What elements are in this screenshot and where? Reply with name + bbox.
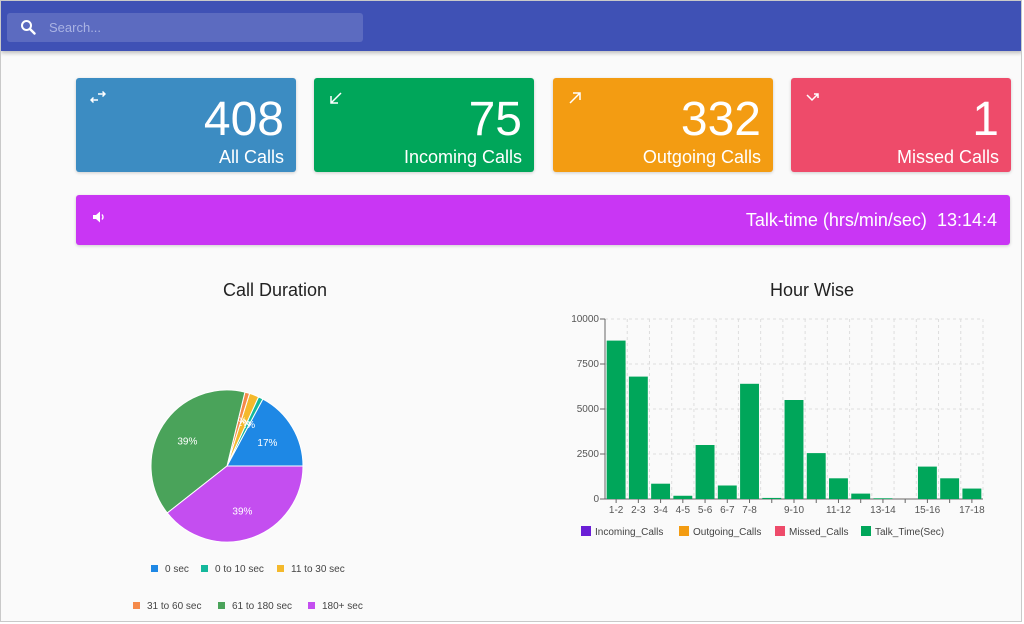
bar-talk-time-sec	[695, 445, 715, 499]
x-tick-label: 1-2	[609, 505, 624, 516]
all-calls-count: 408	[203, 93, 284, 146]
legend-label: 11 to 30 sec	[291, 564, 345, 575]
bar-talk-time-sec	[851, 493, 871, 499]
swap-arrows-icon	[90, 90, 106, 104]
bar-talk-time-sec	[962, 488, 982, 499]
bar-talk-time-sec	[717, 485, 737, 499]
legend-label: Outgoing_Calls	[693, 527, 761, 538]
bar-talk-time-sec	[606, 340, 626, 499]
bar-talk-time-sec	[673, 495, 693, 499]
x-tick-label: 9-10	[784, 505, 804, 516]
outgoing-calls-label: Outgoing Calls	[642, 147, 761, 167]
missed-calls-count: 1	[972, 93, 999, 146]
legend-swatch	[151, 565, 158, 572]
outgoing-calls-card[interactable]: 332 Outgoing Calls	[553, 78, 773, 172]
hour-wise-title: Hour Wise	[769, 280, 854, 300]
x-tick-label: 15-16	[915, 505, 941, 516]
missed-calls-label: Missed Calls	[896, 147, 999, 167]
x-tick-label: 11-12	[826, 505, 851, 516]
missed-calls-card[interactable]: 1 Missed Calls	[791, 78, 1011, 172]
bar-talk-time-sec	[651, 483, 671, 499]
talk-time-banner[interactable]: Talk-time (hrs/min/sec) 13:14:4	[76, 195, 1010, 245]
incoming-calls-count: 75	[468, 93, 522, 146]
y-tick-label: 0	[593, 494, 599, 505]
legend-swatch	[581, 526, 591, 536]
legend-swatch	[201, 565, 208, 572]
bar-talk-time-sec	[806, 453, 826, 499]
legend-label: 0 sec	[165, 564, 189, 575]
search-input[interactable]	[49, 13, 349, 42]
y-tick-label: 2500	[577, 449, 600, 460]
bar-talk-time-sec	[740, 383, 759, 499]
legend-swatch	[861, 526, 871, 536]
bar-talk-time-sec	[628, 376, 648, 499]
bar-talk-time-sec	[917, 466, 937, 499]
legend-label: Talk_Time(Sec)	[875, 527, 944, 538]
legend-label: 61 to 180 sec	[232, 601, 292, 612]
talk-time-text: Talk-time (hrs/min/sec) 13:14:4	[746, 209, 997, 231]
bar-talk-time-sec	[829, 478, 848, 499]
y-tick-label: 5000	[577, 404, 600, 415]
legend-label: Incoming_Calls	[595, 527, 663, 538]
pie-data-label: 39%	[177, 437, 197, 448]
legend-swatch	[277, 565, 284, 572]
bar-talk-time-sec	[940, 478, 960, 499]
volume-icon	[93, 211, 104, 223]
outgoing-calls-count: 332	[680, 93, 761, 146]
legend-swatch	[679, 526, 689, 536]
legend-label: 0 to 10 sec	[215, 564, 264, 575]
x-tick-label: 17-18	[959, 505, 985, 516]
x-tick-label: 13-14	[870, 505, 896, 516]
incoming-calls-label: Incoming Calls	[403, 147, 522, 167]
x-tick-label: 6-7	[720, 505, 735, 516]
dashboard-frame: 408 All Calls 75 Incoming Calls 332 Outg…	[0, 0, 1022, 622]
y-tick-label: 10000	[571, 314, 599, 325]
call-duration-pie-chart: 17%1%2%1%39%39%0 sec 0 to 10 sec 11 to 30 …	[133, 389, 363, 612]
top-app-bar	[1, 1, 1021, 51]
pie-data-label: 17%	[257, 438, 277, 449]
incoming-calls-card[interactable]: 75 Incoming Calls	[314, 78, 534, 172]
all-calls-card[interactable]: 408 All Calls	[76, 78, 296, 172]
legend-label: 31 to 60 sec	[147, 601, 201, 612]
all-calls-label: All Calls	[218, 147, 284, 167]
hour-wise-bar-chart: 10000 7500 5000 2500 0 1-2 2-3 3-4 4-5 5-6 6-7 7-8 9…	[571, 314, 985, 538]
bar-talk-time-sec	[873, 498, 893, 499]
pie-data-label: 39%	[232, 507, 252, 518]
legend-swatch	[133, 602, 140, 609]
legend-label: Missed_Calls	[789, 527, 848, 538]
legend-swatch	[308, 602, 315, 609]
legend-swatch	[218, 602, 225, 609]
bar-talk-time-sec	[762, 497, 782, 499]
x-tick-label: 5-6	[698, 505, 713, 516]
arrow-down-left-icon	[330, 92, 342, 104]
arrow-up-right-icon	[569, 92, 581, 104]
x-tick-label: 3-4	[653, 505, 668, 516]
talk-time-value: 13:14:4	[936, 210, 997, 230]
x-tick-label: 2-3	[631, 505, 646, 516]
x-tick-label: 7-8	[742, 505, 757, 516]
call-duration-title: Call Duration	[222, 280, 328, 300]
x-tick-label: 4-5	[676, 505, 691, 516]
y-tick-label: 7500	[577, 359, 600, 370]
talk-time-label: Talk-time (hrs/min/sec)	[745, 210, 927, 230]
bar-talk-time-sec	[784, 400, 804, 499]
search-icon	[21, 20, 36, 35]
missed-call-icon	[806, 93, 819, 102]
search-box[interactable]	[7, 13, 363, 42]
legend-swatch	[775, 526, 785, 536]
legend-label: 180+ sec	[322, 601, 363, 612]
